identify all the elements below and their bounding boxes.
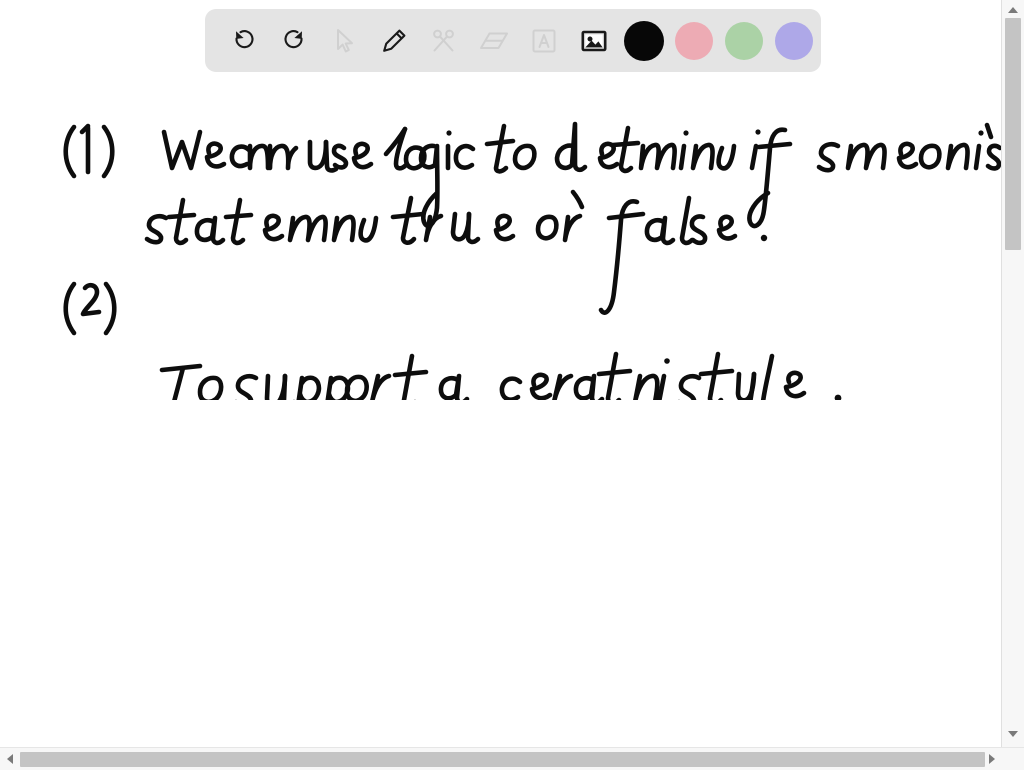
ink-layer — [63, 121, 1002, 400]
scrollbar-corner — [1002, 748, 1024, 770]
color-swatch-purple[interactable] — [769, 16, 819, 66]
eraser-icon — [477, 26, 511, 56]
text-box-icon — [529, 26, 559, 56]
color-swatch-green[interactable] — [719, 16, 769, 66]
pencil-icon — [379, 26, 409, 56]
swatch-dot — [624, 20, 664, 61]
chevron-down-icon — [1008, 731, 1018, 737]
ink-marker-2 — [63, 281, 117, 336]
cursor-icon — [329, 26, 359, 56]
text-button[interactable] — [519, 16, 569, 66]
vertical-scrollbar-thumb[interactable] — [1005, 18, 1021, 250]
select-button[interactable] — [319, 16, 369, 66]
chevron-left-icon — [7, 754, 13, 764]
undo-button[interactable] — [219, 16, 269, 66]
chevron-right-icon — [989, 754, 995, 764]
vertical-scrollbar[interactable] — [1001, 0, 1024, 748]
swatch-dot — [725, 21, 763, 60]
ink-marker-1 — [63, 123, 115, 179]
whiteboard-app — [0, 0, 1024, 770]
drawing-toolbar — [205, 9, 821, 72]
scroll-left-arrow[interactable] — [2, 748, 18, 770]
horizontal-scrollbar-thumb[interactable] — [20, 752, 985, 767]
ink-line-1 — [161, 121, 1002, 229]
scissors-icon — [429, 26, 459, 56]
horizontal-scrollbar[interactable] — [0, 747, 1024, 770]
swatch-dot — [675, 21, 713, 60]
swatch-dot — [775, 21, 813, 60]
eraser-button[interactable] — [469, 16, 519, 66]
image-button[interactable] — [569, 16, 619, 66]
undo-icon — [229, 26, 259, 56]
scroll-up-arrow[interactable] — [1002, 2, 1024, 18]
cut-button[interactable] — [419, 16, 469, 66]
ink-line-2 — [144, 189, 768, 315]
scroll-right-arrow[interactable] — [984, 748, 1000, 770]
redo-button[interactable] — [269, 16, 319, 66]
color-swatch-black[interactable] — [619, 16, 669, 66]
pen-button[interactable] — [369, 16, 419, 66]
drawing-canvas[interactable] — [0, 0, 1002, 748]
color-swatch-pink[interactable] — [669, 16, 719, 66]
scroll-down-arrow[interactable] — [1002, 726, 1024, 742]
ink-line-3 — [159, 351, 842, 400]
redo-icon — [279, 26, 309, 56]
image-icon — [579, 26, 609, 56]
chevron-up-icon — [1008, 7, 1018, 13]
